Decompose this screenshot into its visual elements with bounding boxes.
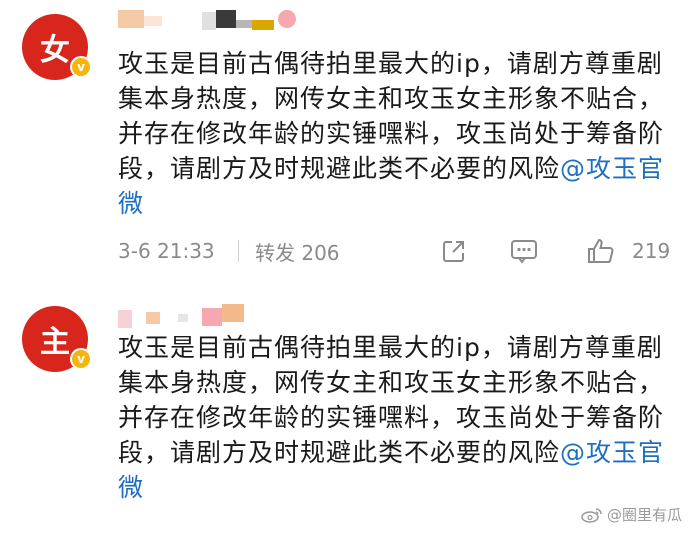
comment-icon[interactable] xyxy=(510,238,538,264)
weibo-post: 主 v 攻玉是目前古偶待拍里最大的ip，请剧方尊重剧集本身热度，网传女主和攻玉女… xyxy=(0,292,690,533)
weibo-post: 女 v 攻玉是目前古偶待拍里最大的ip，请剧方尊重剧集本身热度，网传女主和攻玉女… xyxy=(0,0,690,290)
like-icon[interactable] xyxy=(586,237,616,265)
like-count: 219 xyxy=(632,239,671,263)
share-icon[interactable] xyxy=(441,238,467,264)
divider xyxy=(238,240,239,262)
username-pixelated[interactable] xyxy=(118,304,244,328)
post-meta-bar: 3-6 21:33 转发 206 219 xyxy=(118,236,670,266)
weibo-logo-icon xyxy=(581,507,602,523)
post-time: 3-6 21:33 xyxy=(118,239,215,263)
watermark-text: @圈里有瓜 xyxy=(606,506,682,524)
username-pixelated[interactable] xyxy=(118,10,296,32)
repost-count[interactable]: 转发 206 xyxy=(255,237,395,266)
post-content: 攻玉是目前古偶待拍里最大的ip，请剧方尊重剧集本身热度，网传女主和攻玉女主形象不… xyxy=(118,46,670,221)
post-content: 攻玉是目前古偶待拍里最大的ip，请剧方尊重剧集本身热度，网传女主和攻玉女主形象不… xyxy=(118,330,670,505)
verified-badge-icon: v xyxy=(70,348,92,370)
watermark: @圈里有瓜 xyxy=(581,504,682,525)
verified-badge-icon: v xyxy=(70,56,92,78)
